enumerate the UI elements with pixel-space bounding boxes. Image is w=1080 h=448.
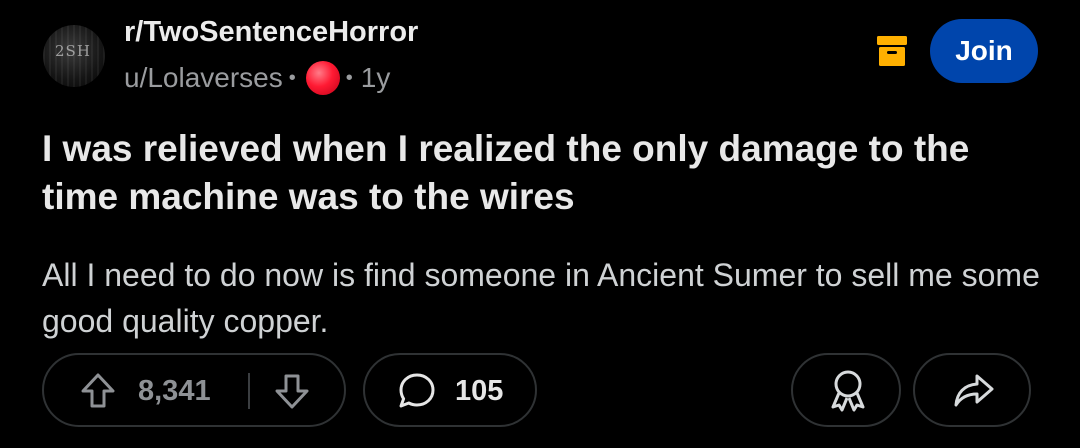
post-meta: u/Lolaverses • • 1y [124,60,390,96]
share-icon [954,374,994,407]
avatar-logo-text: 2SH [55,42,91,60]
archive-icon[interactable] [876,34,908,68]
vote-pill: 8,341 [42,353,346,427]
author-name[interactable]: u/Lolaverses [124,62,283,94]
comments-button[interactable]: 105 [363,353,537,427]
downvote-icon[interactable] [274,372,310,410]
post-title[interactable]: I was relieved when I realized the only … [42,125,1052,221]
vote-divider [248,373,250,409]
post-body: All I need to do now is find someone in … [42,257,1040,339]
share-button[interactable] [913,353,1031,427]
upvote-icon[interactable] [80,372,116,410]
join-button[interactable]: Join [930,19,1038,83]
subreddit-avatar[interactable]: 2SH [43,25,105,87]
vote-count: 8,341 [138,375,211,407]
comment-icon [399,373,435,408]
award-icon [831,370,865,412]
meta-separator: • [345,66,353,89]
award-button[interactable] [791,353,901,427]
meta-separator: • [288,66,296,89]
subreddit-name[interactable]: r/TwoSentenceHorror [124,16,418,49]
post-age: 1y [360,62,391,93]
comment-count: 105 [455,375,504,407]
author-flair-icon [305,61,340,95]
